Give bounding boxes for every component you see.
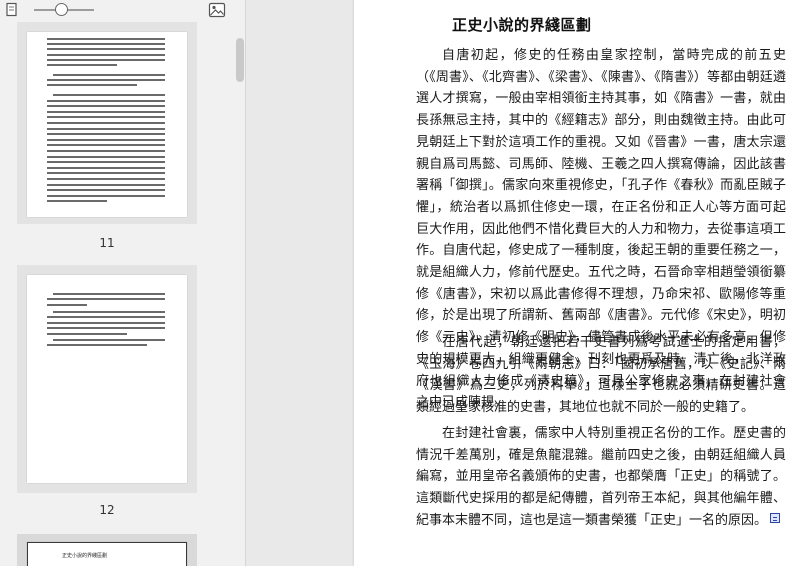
thumbnail-text-line: [47, 53, 165, 56]
thumbnail-page-12[interactable]: [17, 265, 197, 493]
thumbnail-text-line: [47, 99, 165, 102]
thumbnail-text-line: [47, 138, 165, 141]
thumbnail-text-line: [47, 200, 107, 203]
thumbnail-page-11-image: [27, 32, 187, 217]
paragraph: 在唐代起，朝廷還把若干史書列爲考試進士的指定用書，《玉海》卷四九引《兩朝志》曰：…: [416, 335, 786, 416]
thumbnail-text-line: [47, 327, 165, 330]
page-title: 正史小說的界綫區劃: [452, 16, 592, 34]
thumbnail-text-line: [47, 303, 87, 306]
thumbnail-zoom-slider[interactable]: [34, 3, 94, 17]
thumbnail-text-line: [53, 94, 165, 96]
thumbnail-sidebar: 11 12 正史小說的界綫區劃: [0, 0, 246, 566]
thumbnail-text-line: [47, 79, 165, 82]
thumbnail-text-line: [47, 127, 165, 130]
thumbnail-text-line: [53, 74, 165, 76]
thumbnail-text-line: [47, 38, 165, 40]
thumbnail-text-line: [47, 178, 165, 180]
thumbnail-page-number: 12: [99, 503, 115, 517]
thumbnail-text-line: [53, 311, 165, 313]
thumbnail-text-line: [47, 172, 165, 175]
thumbnail-text-line: [47, 48, 165, 51]
thumbnail-text-line: [47, 105, 165, 108]
thumbnail-text-line: [47, 64, 117, 66]
thumbnail-page-13-image: 正史小說的界綫區劃: [27, 542, 187, 566]
thumbnail-text-line: [47, 144, 165, 147]
thumbnail-text-line: [47, 321, 165, 324]
thumbnail-text-line: [47, 133, 165, 136]
image-large-icon[interactable]: [208, 2, 226, 18]
thumbnail-text-line: [47, 332, 127, 335]
paragraph-text: 在封建社會裏，儒家中人特別重視正名份的工作。歷史書的情況千差萬別，確是魚龍混雜。…: [416, 426, 786, 528]
page-small-icon[interactable]: [3, 2, 21, 18]
thumbnail-text-line: [47, 155, 165, 158]
thumbnail-text-line: [47, 43, 165, 46]
thumbnail-text-line: [47, 194, 165, 197]
thumbnail-text-line: [47, 84, 137, 87]
thumbnail-text-line: [47, 298, 165, 301]
slider-knob[interactable]: [55, 3, 68, 16]
thumbnail-toolbar: [0, 0, 245, 22]
thumbnail-text-line: [47, 150, 165, 152]
paragraph: 在封建社會裏，儒家中人特別重視正名份的工作。歷史書的情況千差萬別，確是魚龍混雜。…: [416, 423, 786, 532]
thumbnail-page-13[interactable]: 正史小說的界綫區劃: [17, 534, 197, 566]
thumbnail-text-line: [47, 316, 165, 319]
sidebar-scrollbar-thumb[interactable]: [236, 38, 244, 82]
thumbnail-text-line: [47, 189, 165, 192]
sidebar-scrollbar-track: [234, 22, 245, 566]
thumbnail-text-line: [47, 116, 165, 119]
thumbnail-text-line: [53, 339, 165, 341]
viewer-background: [246, 0, 354, 566]
thumbnail-text-line: [53, 293, 165, 295]
thumbnail-text-line: [47, 161, 165, 164]
thumbnail-text-line: [47, 344, 147, 347]
thumbnail-page-12-image: [27, 275, 187, 483]
thumbnail-text-line: [47, 183, 165, 186]
thumbnail-text-line: [47, 110, 165, 113]
thumbnail-page-title: 正史小說的界綫區劃: [62, 553, 108, 559]
thumbnail-page-11[interactable]: [17, 22, 197, 224]
thumbnail-page-number: 11: [99, 236, 115, 250]
thumbnail-text-line: [47, 166, 165, 169]
thumbnail-text-line: [47, 122, 165, 124]
footnote-marker-icon[interactable]: [770, 512, 781, 523]
document-page: 正史小說的界綫區劃 自唐初起，修史的任務由皇家控制，當時完成的前五史（《周書》、…: [354, 0, 803, 566]
thumbnail-text-line: [47, 58, 165, 61]
